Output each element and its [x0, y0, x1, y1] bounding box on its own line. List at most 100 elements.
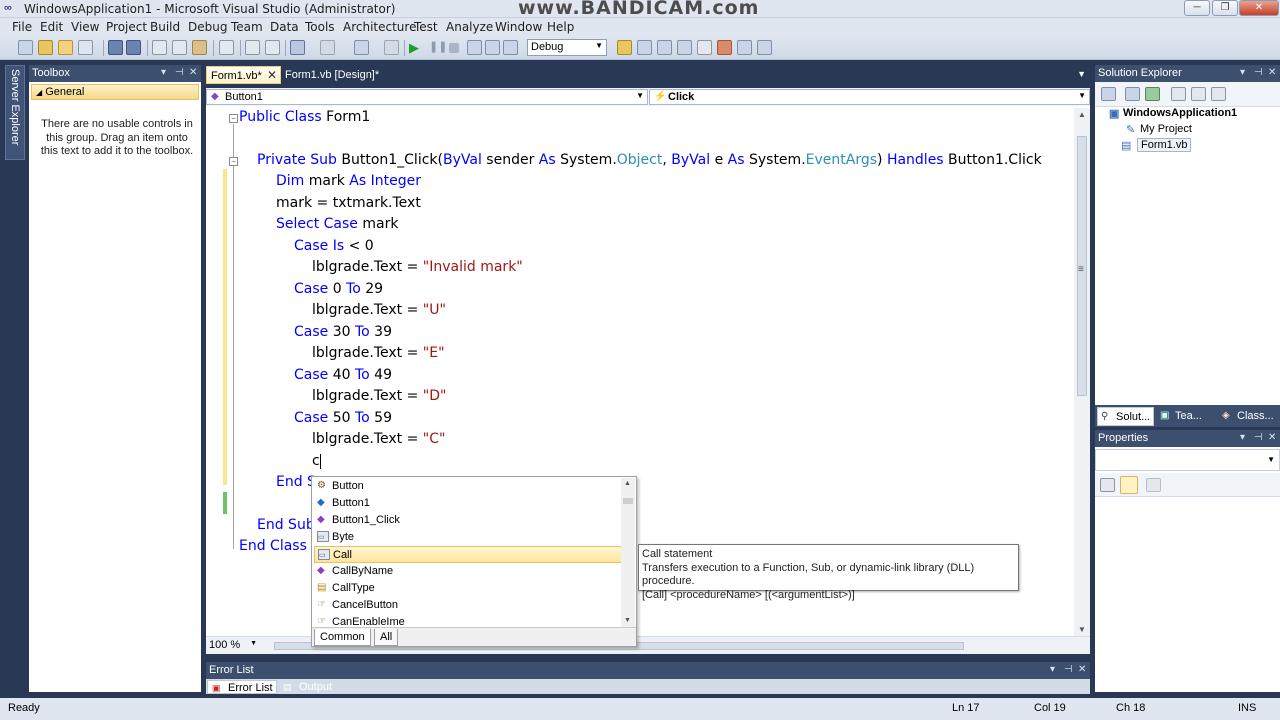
method-name-dropdown[interactable]: ⚡ Click ▼	[649, 89, 1090, 105]
class-name-dropdown[interactable]: ◆ Button1 ▼	[206, 89, 648, 105]
undo-icon[interactable]	[290, 40, 305, 55]
scrollbar-thumb[interactable]	[623, 498, 633, 504]
save-all-icon[interactable]	[126, 40, 141, 55]
toolbox-icon[interactable]	[697, 40, 712, 55]
editor-vertical-scrollbar[interactable]: ▲ ≡ ▼	[1074, 108, 1090, 638]
pin-icon[interactable]: ⊣	[1254, 432, 1263, 443]
completion-item[interactable]: ☞ CancelButton	[314, 597, 622, 614]
view-designer-icon[interactable]	[1191, 87, 1206, 101]
solution-explorer-icon[interactable]	[637, 40, 652, 55]
property-pages-icon[interactable]	[1146, 478, 1161, 492]
tab-team-explorer[interactable]: ▣ Tea...	[1157, 407, 1205, 426]
menu-project[interactable]: Project	[106, 20, 147, 34]
open-file-icon[interactable]	[58, 40, 73, 55]
menu-tools[interactable]: Tools	[305, 20, 335, 34]
tab-solution-explorer[interactable]: ⚲ Solut...	[1097, 407, 1155, 426]
close-icon[interactable]: ✕	[189, 67, 197, 78]
menu-debug[interactable]: Debug	[188, 20, 227, 34]
step-out-icon[interactable]	[503, 40, 518, 55]
menu-test[interactable]: Test	[414, 20, 438, 34]
tab-common[interactable]: Common	[314, 629, 371, 646]
tree-project[interactable]: ▣ WindowsApplication1	[1109, 107, 1237, 120]
step-over-icon[interactable]	[485, 40, 500, 55]
view-code-icon[interactable]	[1171, 87, 1186, 101]
completion-item[interactable]: ◆ Button1	[314, 495, 622, 512]
window-position-icon[interactable]: ▾	[161, 67, 166, 78]
uncomment-icon[interactable]	[265, 40, 280, 55]
completion-item[interactable]: ◆ Button1_Click	[314, 512, 622, 529]
tab-error-list[interactable]: ▣ Error List	[207, 680, 277, 694]
paste-icon[interactable]	[192, 40, 207, 55]
menu-data[interactable]: Data	[270, 20, 299, 34]
completion-item[interactable]: ▤ CallType	[314, 580, 622, 597]
menu-architecture[interactable]: Architecture	[343, 20, 416, 34]
solution-configuration-select[interactable]: Debug ▼	[527, 39, 607, 56]
add-new-item-icon[interactable]	[78, 40, 93, 55]
menu-team[interactable]: Team	[231, 20, 263, 34]
add-item-icon[interactable]	[38, 40, 53, 55]
find-icon[interactable]	[219, 40, 234, 55]
window-position-icon[interactable]: ▾	[1240, 67, 1245, 78]
find-in-files-icon[interactable]	[617, 40, 632, 55]
stop-icon[interactable]	[449, 43, 459, 53]
collapse-region-icon[interactable]: −	[229, 157, 238, 166]
start-debugging-icon[interactable]: ▶	[409, 40, 424, 55]
close-icon[interactable]: ✕	[1078, 664, 1086, 675]
navigate-backward-icon[interactable]	[354, 40, 369, 55]
command-window-icon[interactable]	[757, 40, 772, 55]
redo-icon[interactable]	[320, 40, 335, 55]
navigate-forward-icon[interactable]	[384, 40, 399, 55]
server-explorer-tab[interactable]: Server Explorer	[5, 65, 25, 160]
menu-view[interactable]: View	[71, 20, 99, 34]
tree-item-form1[interactable]: ▤ Form1.vb	[1121, 138, 1192, 152]
intellisense-completion-list[interactable]: ⚙ Button ◆ Button1 ◆ Button1_Click ▭ Byte ▭ C…	[311, 476, 637, 647]
menu-file[interactable]: File	[12, 20, 32, 34]
new-project-icon[interactable]	[18, 40, 33, 55]
completion-item[interactable]: ⚙ Button	[314, 478, 622, 495]
close-window-button[interactable]: ✕	[1239, 0, 1279, 16]
menu-edit[interactable]: Edit	[40, 20, 63, 34]
pin-icon[interactable]: ⊣	[1254, 67, 1263, 78]
step-into-icon[interactable]	[467, 40, 482, 55]
scroll-up-icon[interactable]: ▲	[624, 480, 631, 487]
save-icon[interactable]	[108, 40, 123, 55]
window-position-icon[interactable]: ▾	[1050, 664, 1055, 675]
window-position-icon[interactable]: ▾	[1240, 432, 1245, 443]
categorized-icon[interactable]	[1100, 478, 1115, 492]
show-all-files-icon[interactable]	[1125, 87, 1140, 101]
start-page-icon[interactable]	[717, 40, 732, 55]
tab-all[interactable]: All	[374, 629, 399, 646]
copy-icon[interactable]	[172, 40, 187, 55]
scroll-up-icon[interactable]: ▲	[1078, 110, 1086, 119]
minimize-button[interactable]: ─	[1184, 0, 1210, 16]
refresh-icon[interactable]	[1145, 87, 1160, 101]
active-files-dropdown-icon[interactable]: ▼	[1077, 69, 1086, 79]
close-icon[interactable]: ✕	[1268, 67, 1276, 78]
tab-class-view[interactable]: ◈ Class...	[1219, 407, 1277, 426]
comment-icon[interactable]	[245, 40, 260, 55]
toolbox-group-general[interactable]: ◢ General	[31, 84, 199, 100]
pause-icon[interactable]: ❚❚	[429, 40, 447, 55]
menu-window[interactable]: Window	[495, 20, 542, 34]
class-diagram-icon[interactable]	[1211, 87, 1226, 101]
collapse-region-icon[interactable]: −	[229, 114, 238, 123]
pin-icon[interactable]: ⊣	[1064, 664, 1073, 675]
properties-window-icon[interactable]	[657, 40, 672, 55]
cut-icon[interactable]	[152, 40, 167, 55]
tab-form1-design[interactable]: Form1.vb [Design]*	[281, 66, 383, 84]
scroll-down-icon[interactable]: ▼	[1078, 625, 1086, 634]
completion-scrollbar[interactable]: ▲ ▼	[621, 478, 635, 628]
completion-item-selected[interactable]: ▭ Call	[314, 546, 622, 563]
menu-help[interactable]: Help	[547, 20, 574, 34]
close-icon[interactable]: ✕	[1268, 432, 1276, 443]
menu-build[interactable]: Build	[150, 20, 180, 34]
pin-icon[interactable]: ⊣	[175, 67, 184, 78]
scroll-down-icon[interactable]: ▼	[624, 617, 631, 624]
tab-output[interactable]: ▤ Output	[279, 680, 335, 694]
object-selector-dropdown[interactable]: ▼	[1095, 449, 1280, 471]
close-tab-icon[interactable]: ✕	[267, 68, 277, 82]
completion-item[interactable]: ▭ Byte	[314, 529, 622, 546]
properties-icon[interactable]	[1101, 87, 1116, 101]
extension-manager-icon[interactable]	[737, 40, 752, 55]
tree-item-my-project[interactable]: ✎ My Project	[1126, 123, 1192, 136]
